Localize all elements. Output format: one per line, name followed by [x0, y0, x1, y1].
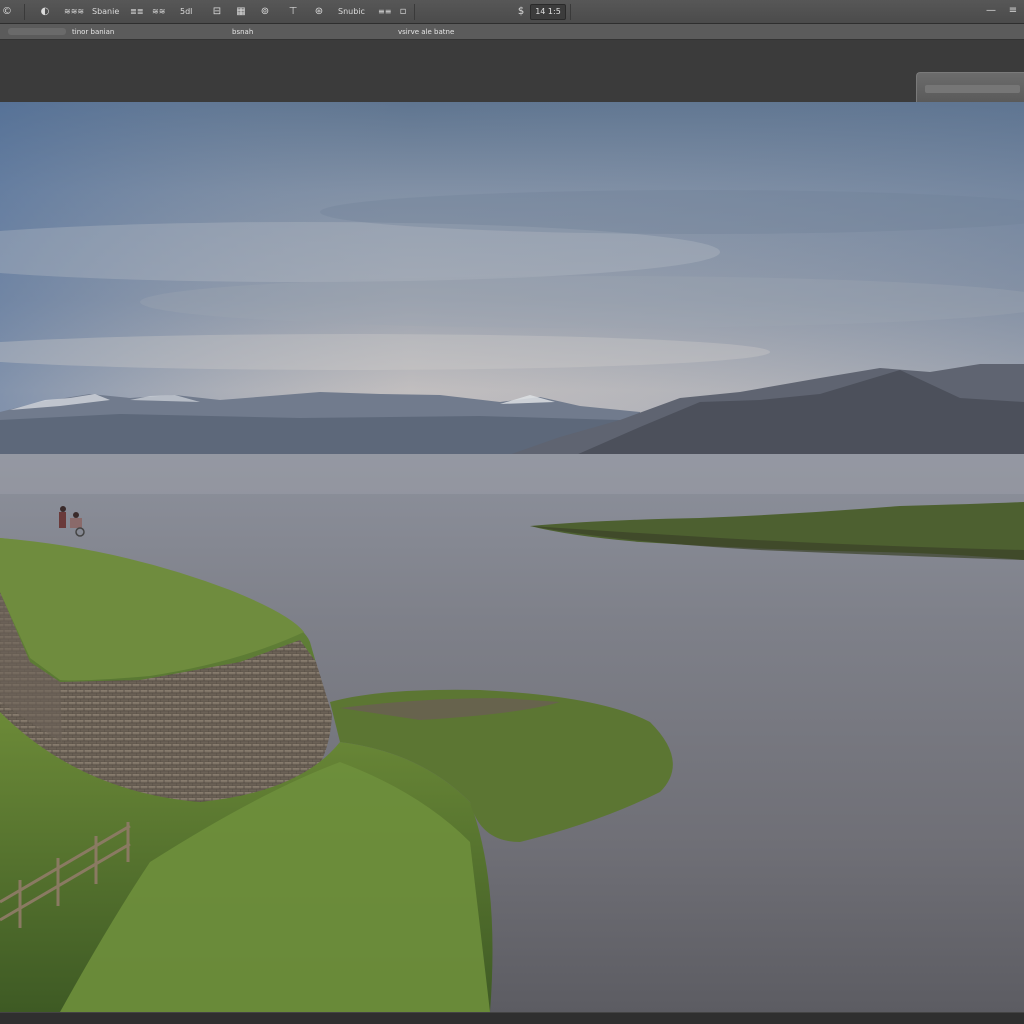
top-toolbar: © ◐ ≋≋≋ Sbanie ≣≣ ≋≋ 5dl ⊟ ▦ ⊚ ⊤ ⊛ Snubi…: [0, 0, 1024, 24]
toolbar-item-sbanie[interactable]: Sbanie: [90, 4, 121, 20]
panel-tab[interactable]: [916, 72, 1024, 102]
toolbar-item-distribute[interactable]: ≋≋: [150, 4, 167, 20]
toolbar-divider: [570, 4, 571, 20]
panel-tab-field[interactable]: [925, 85, 1020, 93]
move-tool-icon[interactable]: ◐: [38, 4, 52, 20]
toolbar-item-5dl[interactable]: 5dl: [178, 4, 194, 20]
toolbar-item-align[interactable]: ≣≣: [128, 4, 145, 20]
options-slider[interactable]: [8, 28, 66, 35]
toolbar-divider: [414, 4, 415, 20]
settings-icon[interactable]: ⊛: [312, 4, 326, 20]
status-bar: [0, 1012, 1024, 1024]
options-item-3[interactable]: vsirve ale batne: [398, 27, 454, 37]
options-item-2[interactable]: bsnah: [232, 27, 253, 37]
zoom-icon: $: [517, 6, 525, 17]
home-icon[interactable]: ©: [0, 4, 14, 20]
toolbar-item-more[interactable]: ≡≡: [376, 4, 393, 20]
grid-icon[interactable]: ▦: [234, 4, 248, 20]
toolbar-item-arrange[interactable]: ≋≋≋: [62, 4, 86, 20]
square-icon[interactable]: ▫: [396, 4, 410, 20]
landscape-photo: [0, 102, 1024, 1012]
minimize-button[interactable]: —: [984, 4, 998, 18]
image-canvas[interactable]: [0, 102, 1024, 1012]
toolbar-divider: [24, 4, 25, 20]
workspace-header: [0, 40, 1024, 102]
text-tool-icon[interactable]: ⊤: [286, 4, 300, 20]
options-item-1[interactable]: tinor banian: [72, 27, 114, 37]
window-menu-button[interactable]: ≡: [1006, 4, 1020, 18]
options-bar: tinor banian bsnah vsirve ale batne: [0, 24, 1024, 40]
target-icon[interactable]: ⊚: [258, 4, 272, 20]
frame-icon[interactable]: ⊟: [210, 4, 224, 20]
toolbar-item-snubic[interactable]: Snubic: [336, 4, 367, 20]
zoom-level-field[interactable]: 14 1:5: [530, 4, 566, 20]
